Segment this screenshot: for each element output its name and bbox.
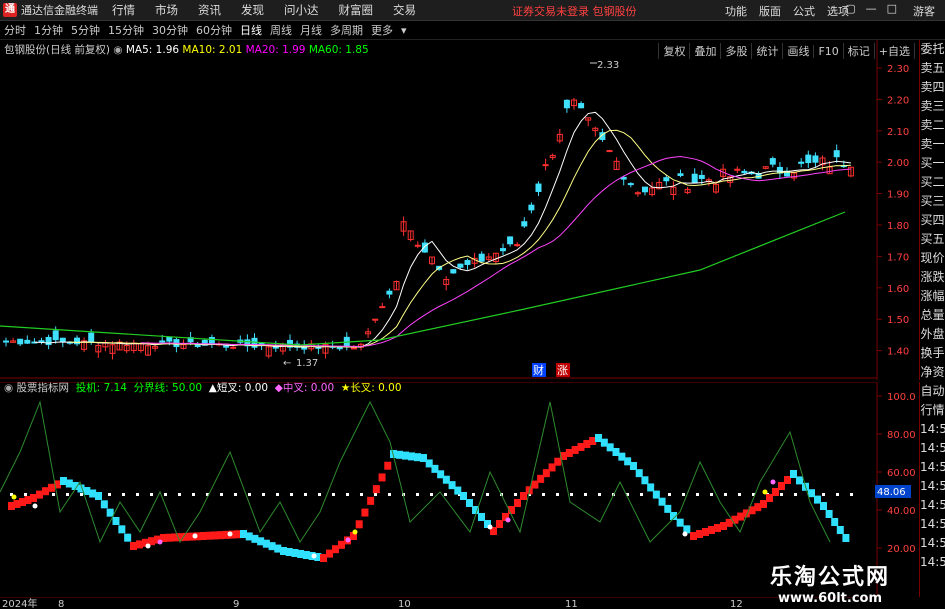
panel-buy2: 买二 [920,175,945,189]
indicator-tick: 40.00 [887,506,916,517]
menu-item-wealth[interactable]: 财富圈 [339,2,374,18]
panel-turnover: 换手 [920,346,945,360]
x-tick: 8 [58,599,64,609]
period-1min[interactable]: 1分钟 [30,22,67,38]
panel-buy4: 买四 [920,213,945,227]
menu-layout[interactable]: 版面 [759,3,781,19]
period-15min[interactable]: 15分钟 [104,22,148,38]
menu-item-quotes[interactable]: 行情 [112,2,135,18]
price-tick: 1.80 [887,221,909,232]
period-daily[interactable]: 日线 [236,22,266,38]
app-title: 通达信金融终端 [21,4,98,17]
menu-item-trade[interactable]: 交易 [393,2,416,18]
x-tick: 11 [565,599,578,609]
panel-sell4: 卖四 [920,80,945,94]
watermark-title: 乐淘公式网 [769,565,890,590]
period-weekly[interactable]: 周线 [266,22,296,38]
price-tick: 1.90 [887,190,909,201]
panel-volume: 总量 [920,308,945,322]
low-price-label: 1.37 [296,358,318,369]
window-restore-icon[interactable]: ▢ [845,2,855,15]
panel-change: 涨跌 [920,270,945,284]
app-logo-icon: 通 [3,3,17,17]
period-30min[interactable]: 30分钟 [148,22,192,38]
arrow-left-icon: ← [283,358,291,369]
panel-sell2: 卖二 [920,118,945,132]
indicator-tick: 80.00 [887,430,916,441]
menu-item-market[interactable]: 市场 [155,2,178,18]
period-60min[interactable]: 60分钟 [192,22,236,38]
maximize-icon[interactable]: □ [887,2,897,15]
period-timeshare[interactable]: 分时 [0,22,30,38]
candlestick-chart[interactable]: 2.30 2.20 2.10 2.00 1.90 1.80 1.70 1.60 1.50 1.40… [0,40,945,380]
price-tick: 2.20 [887,95,909,106]
x-tick: 9 [233,599,239,609]
period-monthly[interactable]: 月线 [296,22,326,38]
panel-entrust[interactable]: 委托 [920,40,945,59]
watermark: 乐淘公式网 www.60lt.com [745,559,915,607]
current-value: 48.06 [877,487,906,498]
x-tick: 10 [398,599,411,609]
minimize-icon[interactable]: — [866,2,877,15]
panel-buy5: 买五 [920,232,945,246]
price-tick: 2.00 [887,158,909,169]
panel-price: 现价 [920,251,945,265]
period-more[interactable]: 更多 [367,22,397,38]
panel-sell3: 卖三 [920,99,945,113]
guest-label[interactable]: 游客 [913,3,935,19]
menu-item-ask[interactable]: 问小达 [284,2,319,18]
finance-tag[interactable]: 财 [533,363,544,377]
panel-sell5: 卖五 [920,61,945,75]
right-quote-panel: 委托 卖五 卖四 卖三 卖二 卖一 买一 买二 买三 买四 买五 现价 涨跌 涨… [919,40,945,380]
x-tick: 2024年 [2,597,37,609]
price-tick: 1.50 [887,315,909,326]
period-multi[interactable]: 多周期 [326,22,367,38]
panel-buy3: 买三 [920,194,945,208]
menu-function[interactable]: 功能 [725,3,747,19]
login-warning[interactable]: 证券交易未登录 包钢股份 [512,3,637,19]
rise-tag[interactable]: 涨 [557,364,568,377]
price-tick: 2.10 [887,127,909,138]
price-tick: 1.40 [887,347,909,358]
watermark-url: www.60lt.com [777,591,883,606]
panel-sell1: 卖一 [920,137,945,151]
panel-change-pct: 涨幅 [920,289,945,303]
menu-formula[interactable]: 公式 [793,3,815,19]
menu-item-discover[interactable]: 发现 [241,2,264,18]
panel-outer: 外盘 [920,327,945,341]
period-5min[interactable]: 5分钟 [67,22,104,38]
price-tick: 2.30 [887,64,909,75]
panel-buy1: 买一 [920,156,945,170]
high-price-label: 2.33 [597,60,619,71]
indicator-tick: 60.00 [887,468,916,479]
price-tick: 1.60 [887,284,909,295]
indicator-tick: 100.0 [887,392,916,403]
price-tick: 1.70 [887,252,909,263]
chevron-down-icon[interactable]: ▾ [397,24,411,37]
period-bar: 分时 1分钟 5分钟 15分钟 30分钟 60分钟 日线 周线 月线 多周期 更… [0,21,945,59]
indicator-tick: 20.00 [887,544,916,555]
x-tick: 12 [730,599,743,609]
menu-bar: 通 通达信金融终端 行情 市场 资讯 发现 问小达 财富圈 交易 证券交易未登录… [0,0,945,21]
panel-netasset: 净资 [920,365,945,379]
menu-item-news[interactable]: 资讯 [198,2,221,18]
